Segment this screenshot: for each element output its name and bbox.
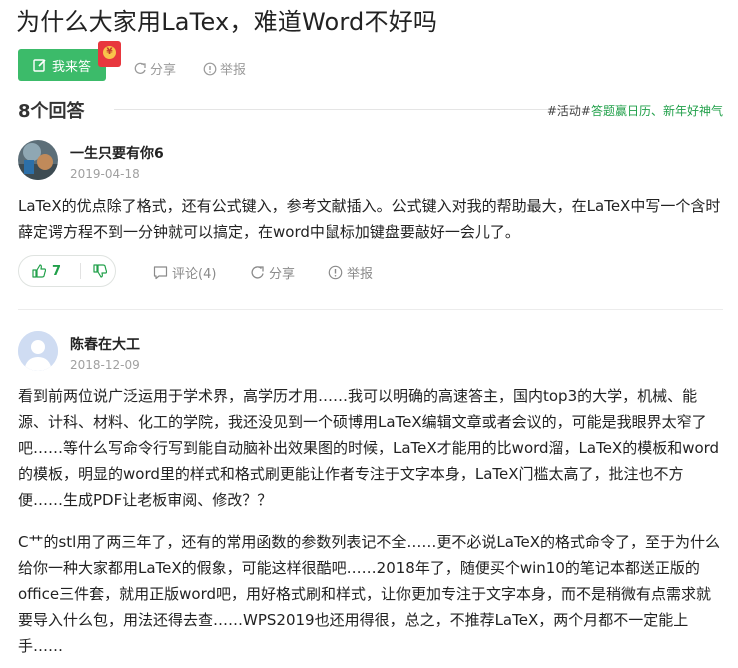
question-title: 为什么大家用LaTex，难道Word不好吗 <box>16 8 438 36</box>
answer-date: 2018-12-09 <box>70 358 140 372</box>
like-button[interactable]: 7 <box>19 264 80 279</box>
report-icon <box>328 265 343 280</box>
activity-banner[interactable]: #活动#答题赢日历、新年好神气 <box>547 102 723 119</box>
avatar[interactable] <box>18 140 58 180</box>
answer-button[interactable]: 我来答 <box>18 49 106 81</box>
activity-tag: #活动# <box>546 104 591 118</box>
user-name[interactable]: 陈春在大工 <box>70 334 140 354</box>
answer-text: LaTeX的优点除了格式，还有公式键入，参考文献插入。公式键入对我的帮助最大，在… <box>18 197 721 241</box>
activity-link[interactable]: 答题赢日历、新年好神气 <box>591 104 723 118</box>
thumbs-down-icon <box>93 264 107 278</box>
answers-header: 8个回答 #活动#答题赢日历、新年好神气 <box>18 97 723 123</box>
dislike-button[interactable] <box>81 264 107 278</box>
share-icon <box>134 62 146 74</box>
user-name[interactable]: 一生只要有你6 <box>70 143 164 163</box>
comment-button[interactable]: 评论(4) <box>153 263 216 282</box>
thumbs-up-icon <box>32 264 46 278</box>
answer-report-button[interactable]: 举报 <box>328 263 373 282</box>
report-icon <box>203 62 217 75</box>
answer-share-button[interactable]: 分享 <box>250 263 295 282</box>
answer-paragraph: 看到前两位说广泛运用于学术界，高学历才用……我可以明确的高速答主，国内top3的… <box>18 387 720 509</box>
answer-count: 8个回答 <box>18 101 85 122</box>
vote-box: 7 <box>18 255 116 287</box>
like-count: 7 <box>52 263 62 279</box>
red-packet-icon[interactable]: ¥ <box>98 41 121 67</box>
answer-divider <box>18 309 723 310</box>
share-icon <box>251 266 264 279</box>
report-button[interactable]: 举报 <box>203 59 246 78</box>
share-button[interactable]: 分享 <box>133 59 176 78</box>
answer-button-label: 我来答 <box>51 59 91 75</box>
answer-date: 2019-04-18 <box>70 167 140 181</box>
answer-paragraph: C艹的stl用了两三年了，还有的常用函数的参数列表记不全……更不必说LaTeX的… <box>18 533 721 655</box>
comment-icon <box>153 266 168 280</box>
edit-icon <box>33 59 46 72</box>
avatar[interactable] <box>18 331 58 371</box>
header-divider <box>114 109 558 110</box>
